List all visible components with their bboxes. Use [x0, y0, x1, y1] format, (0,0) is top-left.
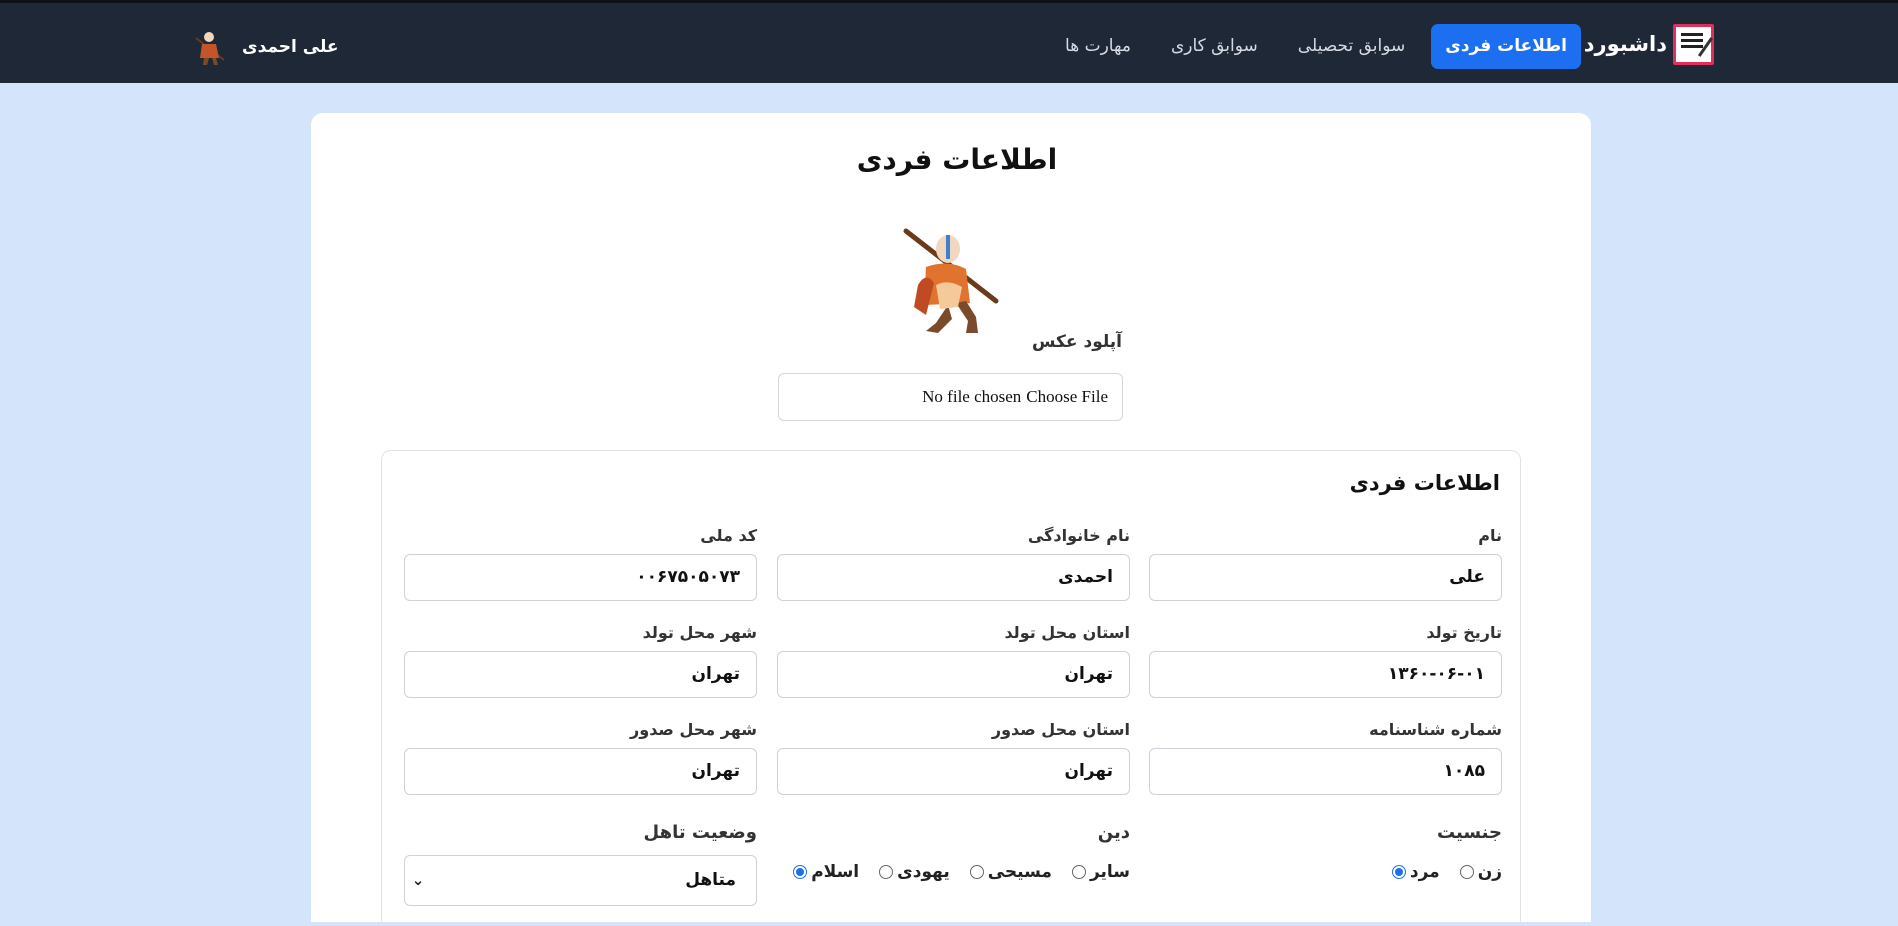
radio-checked-icon[interactable]	[793, 865, 808, 879]
avatar	[195, 32, 225, 65]
religion-option-christian[interactable]: مسیحی	[969, 862, 1052, 882]
brand-title: داشبورد	[1583, 32, 1667, 56]
profile-photo	[903, 228, 999, 333]
first-name-input[interactable]: علی	[1149, 554, 1502, 601]
religion-radio-group: اسلام یهودی مسیحی سایر	[793, 862, 1130, 882]
bottom-strip	[0, 922, 1898, 926]
radio-label: اسلام	[811, 862, 860, 882]
radio-unchecked-icon[interactable]	[1459, 865, 1474, 879]
file-status: No file chosen	[922, 387, 1022, 406]
birth-province-label: استان محل تولد	[1004, 623, 1130, 642]
radio-unchecked-icon[interactable]	[879, 865, 894, 879]
marital-status-select[interactable]: متاهل ⌄	[404, 855, 757, 906]
religion-option-islam[interactable]: اسلام	[793, 862, 859, 882]
radio-unchecked-icon[interactable]	[969, 865, 984, 879]
gender-option-female[interactable]: زن	[1459, 862, 1502, 882]
user-name: علی احمدی	[242, 37, 339, 57]
page-title: اطلاعات فردی	[856, 143, 1058, 176]
brand[interactable]: داشبورد	[1584, 22, 1714, 66]
birth-date-label: تاریخ تولد	[1426, 623, 1502, 642]
photo-file-input[interactable]: No file chosen Choose File	[778, 373, 1123, 421]
nav-link-education[interactable]: سوابق تحصیلی	[1284, 24, 1419, 69]
religion-label: دین	[1097, 822, 1130, 843]
issue-province-input[interactable]: تهران	[777, 748, 1130, 795]
id-number-input[interactable]: ۱۰۸۵	[1149, 748, 1502, 795]
radio-label: زن	[1477, 862, 1502, 882]
issue-city-input[interactable]: تهران	[404, 748, 757, 795]
birth-province-input[interactable]: تهران	[777, 651, 1130, 698]
issue-city-label: شهر محل صدور	[630, 720, 757, 739]
resume-logo-icon	[1673, 23, 1714, 65]
radio-label: یهودی	[897, 862, 950, 882]
marital-status-label: وضعیت تاهل	[643, 822, 757, 843]
nav-link-skills[interactable]: مهارت ها	[1051, 24, 1145, 69]
issue-province-label: استان محل صدور	[991, 720, 1130, 739]
national-code-label: کد ملی	[700, 526, 757, 545]
birth-city-label: شهر محل تولد	[642, 623, 757, 642]
birth-city-input[interactable]: تهران	[404, 651, 757, 698]
nav-links: اطلاعات فردی سوابق تحصیلی سوابق کاری مها…	[1051, 24, 1581, 69]
gender-radio-group: مرد زن	[1391, 862, 1502, 882]
top-navbar: داشبورد اطلاعات فردی سوابق تحصیلی سوابق …	[0, 0, 1898, 83]
radio-label: مرد	[1409, 862, 1440, 882]
radio-label: مسیحی	[987, 862, 1052, 882]
section-title: اطلاعات فردی	[1349, 471, 1500, 495]
nav-link-work-history[interactable]: سوابق کاری	[1157, 24, 1272, 69]
religion-option-other[interactable]: سایر	[1071, 862, 1130, 882]
religion-option-jewish[interactable]: یهودی	[879, 862, 950, 882]
user-menu[interactable]: علی احمدی	[192, 27, 339, 67]
chevron-down-icon: ⌄	[411, 871, 425, 889]
birth-date-input[interactable]: ۱۳۶۰-۰۶-۰۱	[1149, 651, 1502, 698]
personal-info-section: اطلاعات فردی نام علی نام خانوادگی احمدی …	[381, 450, 1521, 926]
first-name-label: نام	[1478, 526, 1502, 545]
nav-link-personal-info[interactable]: اطلاعات فردی	[1431, 24, 1581, 69]
marital-status-value: متاهل	[685, 870, 736, 890]
radio-checked-icon[interactable]	[1391, 865, 1406, 879]
gender-option-male[interactable]: مرد	[1391, 862, 1440, 882]
id-number-label: شماره شناسنامه	[1369, 720, 1502, 739]
radio-label: سایر	[1089, 862, 1130, 882]
national-code-input[interactable]: ۰۰۶۷۵۰۵۰۷۳	[404, 554, 757, 601]
radio-unchecked-icon[interactable]	[1071, 865, 1086, 879]
gender-label: جنسیت	[1436, 822, 1502, 843]
last-name-label: نام خانوادگی	[1027, 526, 1130, 545]
upload-photo-label: آپلود عکس	[1032, 332, 1122, 352]
last-name-input[interactable]: احمدی	[777, 554, 1130, 601]
choose-file-button[interactable]: Choose File	[1026, 387, 1108, 407]
profile-card: اطلاعات فردی آپلود عکس No file chosen Ch…	[311, 113, 1591, 926]
